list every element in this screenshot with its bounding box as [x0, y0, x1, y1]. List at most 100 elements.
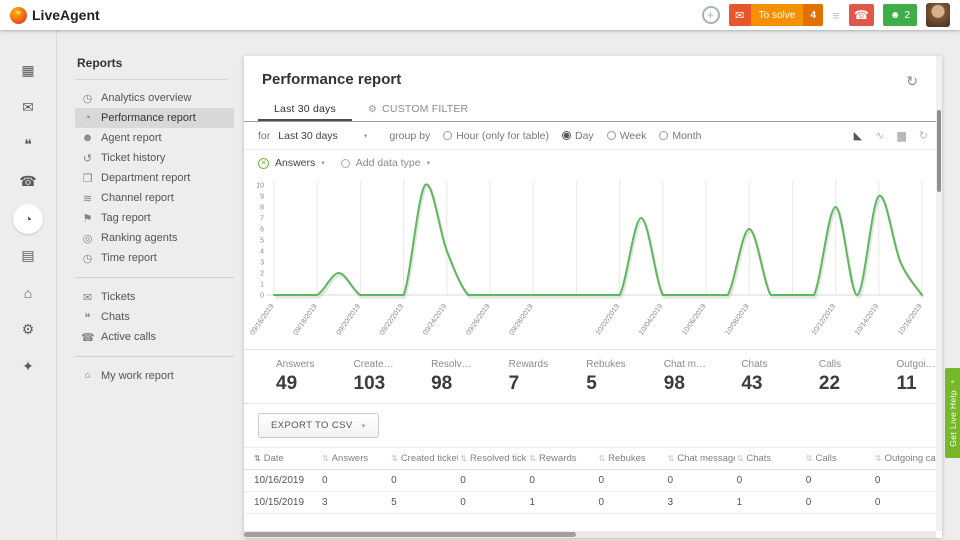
- stats-row: Answers49Created tickets103Resolved tick…: [244, 349, 942, 404]
- svg-text:4: 4: [260, 249, 264, 256]
- rail-tickets-mail-icon[interactable]: ✉: [10, 89, 46, 126]
- to-solve-button[interactable]: ✉ To solve 4: [729, 4, 824, 26]
- menu-icon[interactable]: ≡: [832, 8, 840, 23]
- topbar-actions: + ✉ To solve 4 ≡ ☎ ☻ 2: [702, 3, 950, 27]
- card-header: Performance report ↻: [244, 56, 942, 96]
- cell-value: 3: [320, 492, 389, 514]
- table-row[interactable]: 10/15/2019350103100: [244, 492, 942, 514]
- zoom-icon[interactable]: +: [702, 6, 720, 24]
- gear-icon: ⚙: [368, 104, 377, 115]
- area-chart-icon[interactable]: ◣: [854, 129, 862, 142]
- rail-company-icon[interactable]: ⌂: [10, 274, 46, 311]
- remove-series-icon[interactable]: ✕: [258, 158, 269, 169]
- settings-glyph: ⚙: [22, 321, 35, 338]
- online-visitors-button[interactable]: ☻ 2: [883, 4, 917, 26]
- rail-dashboard-icon[interactable]: ▦: [10, 52, 46, 89]
- range-select[interactable]: Last 30 days ▾: [278, 130, 367, 142]
- sidebar-item-tag-report[interactable]: ⚑Tag report: [75, 208, 234, 228]
- sidebar-item-label: Agent report: [101, 132, 162, 144]
- col-label: Answers: [332, 453, 368, 464]
- sidebar-item-tickets[interactable]: ✉Tickets: [75, 287, 234, 307]
- v-scroll-thumb[interactable]: [937, 110, 941, 192]
- h-scroll-thumb[interactable]: [244, 532, 576, 537]
- tab-last-30-days[interactable]: Last 30 days: [258, 96, 352, 121]
- visitors-count: 2: [904, 10, 910, 21]
- col-header-rewards[interactable]: ⇅Rewards: [527, 448, 596, 470]
- auto-refresh-icon[interactable]: ↻: [919, 129, 928, 142]
- rail-calls-icon[interactable]: ☎: [10, 163, 46, 200]
- radio-week[interactable]: Week: [607, 130, 647, 142]
- stat-value: 5: [586, 373, 632, 395]
- radio-month[interactable]: Month: [659, 130, 701, 142]
- stat-value: 103: [354, 373, 400, 395]
- live-help-icon: ❝: [951, 380, 954, 387]
- sidebar-item-label: Department report: [101, 172, 190, 184]
- sidebar-item-analytics-overview[interactable]: ◷Analytics overview: [75, 88, 234, 108]
- cell-value: 0: [527, 470, 596, 492]
- addons-glyph: ✦: [22, 358, 34, 375]
- to-solve-count: 4: [803, 4, 823, 26]
- svg-text:6: 6: [260, 227, 264, 234]
- cell-date: 10/15/2019: [244, 492, 320, 514]
- chart-svg: 01234567891009/16/201909/18/201909/20/20…: [250, 177, 934, 349]
- add-data-type-button[interactable]: Add data type ▾: [341, 157, 430, 169]
- col-header-resolved-tickets[interactable]: ⇅Resolved tickets: [458, 448, 527, 470]
- svg-text:1: 1: [260, 282, 264, 289]
- stat-value: 7: [509, 373, 555, 395]
- cell-date: 10/16/2019: [244, 470, 320, 492]
- col-header-rebukes[interactable]: ⇅Rebukes: [596, 448, 665, 470]
- rail-reports-icon[interactable]: ◔: [10, 200, 46, 237]
- rail-billing-icon[interactable]: ▤: [10, 237, 46, 274]
- sidebar-item-department-report[interactable]: ❐Department report: [75, 168, 234, 188]
- table-row[interactable]: 10/16/2019000000000: [244, 470, 942, 492]
- sidebar-item-label: Channel report: [101, 192, 174, 204]
- series-chip-answers[interactable]: ✕ Answers ▾: [258, 157, 325, 169]
- sidebar-item-time-report[interactable]: ◷Time report: [75, 248, 234, 268]
- cell-value: 0: [320, 470, 389, 492]
- sidebar-item-channel-report[interactable]: ≋Channel report: [75, 188, 234, 208]
- svg-text:0: 0: [260, 293, 264, 300]
- sidebar-item-performance-report[interactable]: ◔Performance report: [75, 108, 234, 128]
- col-header-created-tickets[interactable]: ⇅Created tickets: [389, 448, 458, 470]
- stat-label: Resolved tickets: [431, 359, 477, 370]
- bar-chart-icon[interactable]: ▆: [897, 129, 905, 142]
- get-live-help-tab[interactable]: ❝ Get Live Help: [945, 368, 960, 458]
- radio-day[interactable]: Day: [562, 130, 594, 142]
- calls-button[interactable]: ☎: [849, 4, 874, 26]
- sidebar-item-ticket-history[interactable]: ↺Ticket history: [75, 148, 234, 168]
- col-header-chat-messages[interactable]: ⇅Chat messages: [666, 448, 735, 470]
- user-avatar[interactable]: [926, 3, 950, 27]
- svg-text:10/08/2019: 10/08/2019: [723, 302, 751, 337]
- svg-text:10/04/2019: 10/04/2019: [636, 302, 664, 337]
- col-header-outgoing-calls[interactable]: ⇅Outgoing calls: [873, 448, 942, 470]
- sidebar-item-agent-report[interactable]: ☻Agent report: [75, 128, 234, 148]
- col-header-answers[interactable]: ⇅Answers: [320, 448, 389, 470]
- rail-addons-icon[interactable]: ✦: [10, 348, 46, 385]
- rail-settings-icon[interactable]: ⚙: [10, 311, 46, 348]
- chats-glyph: ❝: [24, 136, 32, 153]
- dashboard-glyph: ▦: [21, 62, 34, 79]
- line-chart-icon[interactable]: ∿: [875, 129, 884, 142]
- clock-icon: ◷: [81, 252, 94, 265]
- stat-calls: Calls22: [787, 359, 865, 395]
- stat-rewards: Rewards7: [477, 359, 555, 395]
- col-header-calls[interactable]: ⇅Calls: [804, 448, 873, 470]
- sidebar-item-my-work-report[interactable]: ○My work report: [75, 366, 234, 386]
- sidebar-item-ranking-agents[interactable]: ◎Ranking agents: [75, 228, 234, 248]
- svg-text:10/16/2019: 10/16/2019: [896, 302, 924, 337]
- export-to-csv-button[interactable]: EXPORT TO CSV ▾: [258, 413, 379, 438]
- col-header-date[interactable]: ⇅Date: [244, 448, 320, 470]
- liveagent-logo[interactable]: ❞ LiveAgent: [10, 7, 100, 24]
- sidebar-item-chats[interactable]: ❝Chats: [75, 307, 234, 327]
- rail-chats-icon[interactable]: ❝: [10, 126, 46, 163]
- cell-value: 0: [666, 470, 735, 492]
- col-header-chats[interactable]: ⇅Chats: [735, 448, 804, 470]
- stat-value: 22: [819, 373, 865, 395]
- radio-hour-only-for-table[interactable]: Hour (only for table): [443, 130, 549, 142]
- tab-custom-filter[interactable]: ⚙CUSTOM FILTER: [352, 96, 484, 121]
- refresh-icon[interactable]: ↻: [906, 73, 918, 90]
- radio-label: Day: [575, 130, 594, 142]
- sidebar-item-active-calls[interactable]: ☎Active calls: [75, 327, 234, 347]
- horizontal-scrollbar[interactable]: [244, 531, 936, 538]
- vertical-scrollbar[interactable]: [936, 56, 942, 531]
